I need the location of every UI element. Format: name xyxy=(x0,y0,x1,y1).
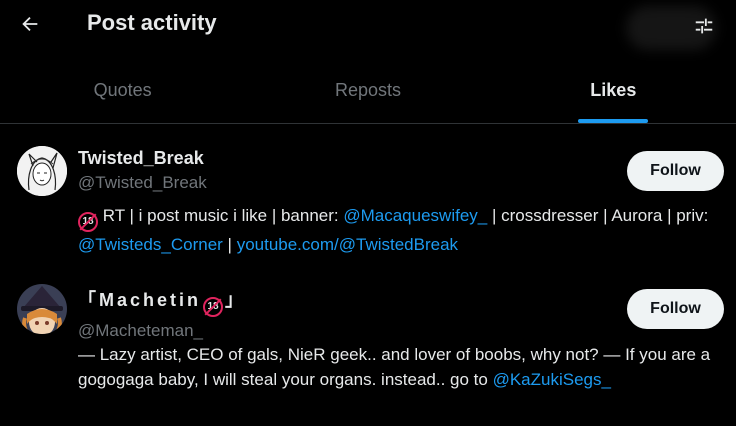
avatar-image xyxy=(17,284,67,334)
bio-mention-link[interactable]: @Twisteds_Corner xyxy=(78,235,223,254)
post-activity-page: Post activity Quotes Reposts Likes Twist… xyxy=(0,0,736,426)
tab-label: Quotes xyxy=(93,80,152,100)
avatar[interactable] xyxy=(17,284,67,334)
avatar-image xyxy=(17,146,67,196)
avatar[interactable] xyxy=(17,146,67,196)
user-handle: @Macheteman_ xyxy=(78,320,203,340)
active-tab-indicator xyxy=(578,119,649,123)
bio-mention-link[interactable]: @Macaqueswifey_ xyxy=(343,206,487,225)
page-title: Post activity xyxy=(87,10,217,35)
tab-label: Reposts xyxy=(334,80,402,100)
user-bio: 18 RT | i post music i like | banner: @M… xyxy=(78,206,709,254)
follow-button[interactable]: Follow xyxy=(627,289,724,329)
sliders-icon xyxy=(695,18,713,34)
tab-label: Likes xyxy=(590,80,637,100)
tab-likes[interactable]: Likes xyxy=(491,58,736,123)
bio-url-link[interactable]: youtube.com/@TwistedBreak xyxy=(237,235,458,254)
bio-mention-link[interactable]: @KaZukiSegs_ xyxy=(493,370,611,389)
user-cell[interactable]: 「Machetin 18」 @Macheteman_ Follow — Lazy … xyxy=(0,272,736,426)
back-button[interactable] xyxy=(12,6,48,42)
display-name[interactable]: 「Machetin 18」 xyxy=(78,286,246,317)
tab-reposts[interactable]: Reposts xyxy=(245,58,490,123)
user-handle: @Twisted_Break xyxy=(78,173,207,192)
arrow-left-icon xyxy=(22,16,38,32)
activity-tabs: Quotes Reposts Likes xyxy=(0,58,736,124)
tab-quotes[interactable]: Quotes xyxy=(0,58,245,123)
adult-content-18-icon: 18 xyxy=(78,211,98,232)
filter-button[interactable] xyxy=(686,8,722,44)
user-bio: — Lazy artist, CEO of gals, NieR geek.. … xyxy=(78,345,711,389)
adult-content-18-icon: 18 xyxy=(203,296,224,317)
user-cell[interactable]: Twisted_Break @Twisted_Break Follow 18 R… xyxy=(0,134,736,264)
header: Post activity xyxy=(0,0,736,53)
follow-button[interactable]: Follow xyxy=(627,151,724,191)
display-name[interactable]: Twisted_Break xyxy=(78,148,207,169)
